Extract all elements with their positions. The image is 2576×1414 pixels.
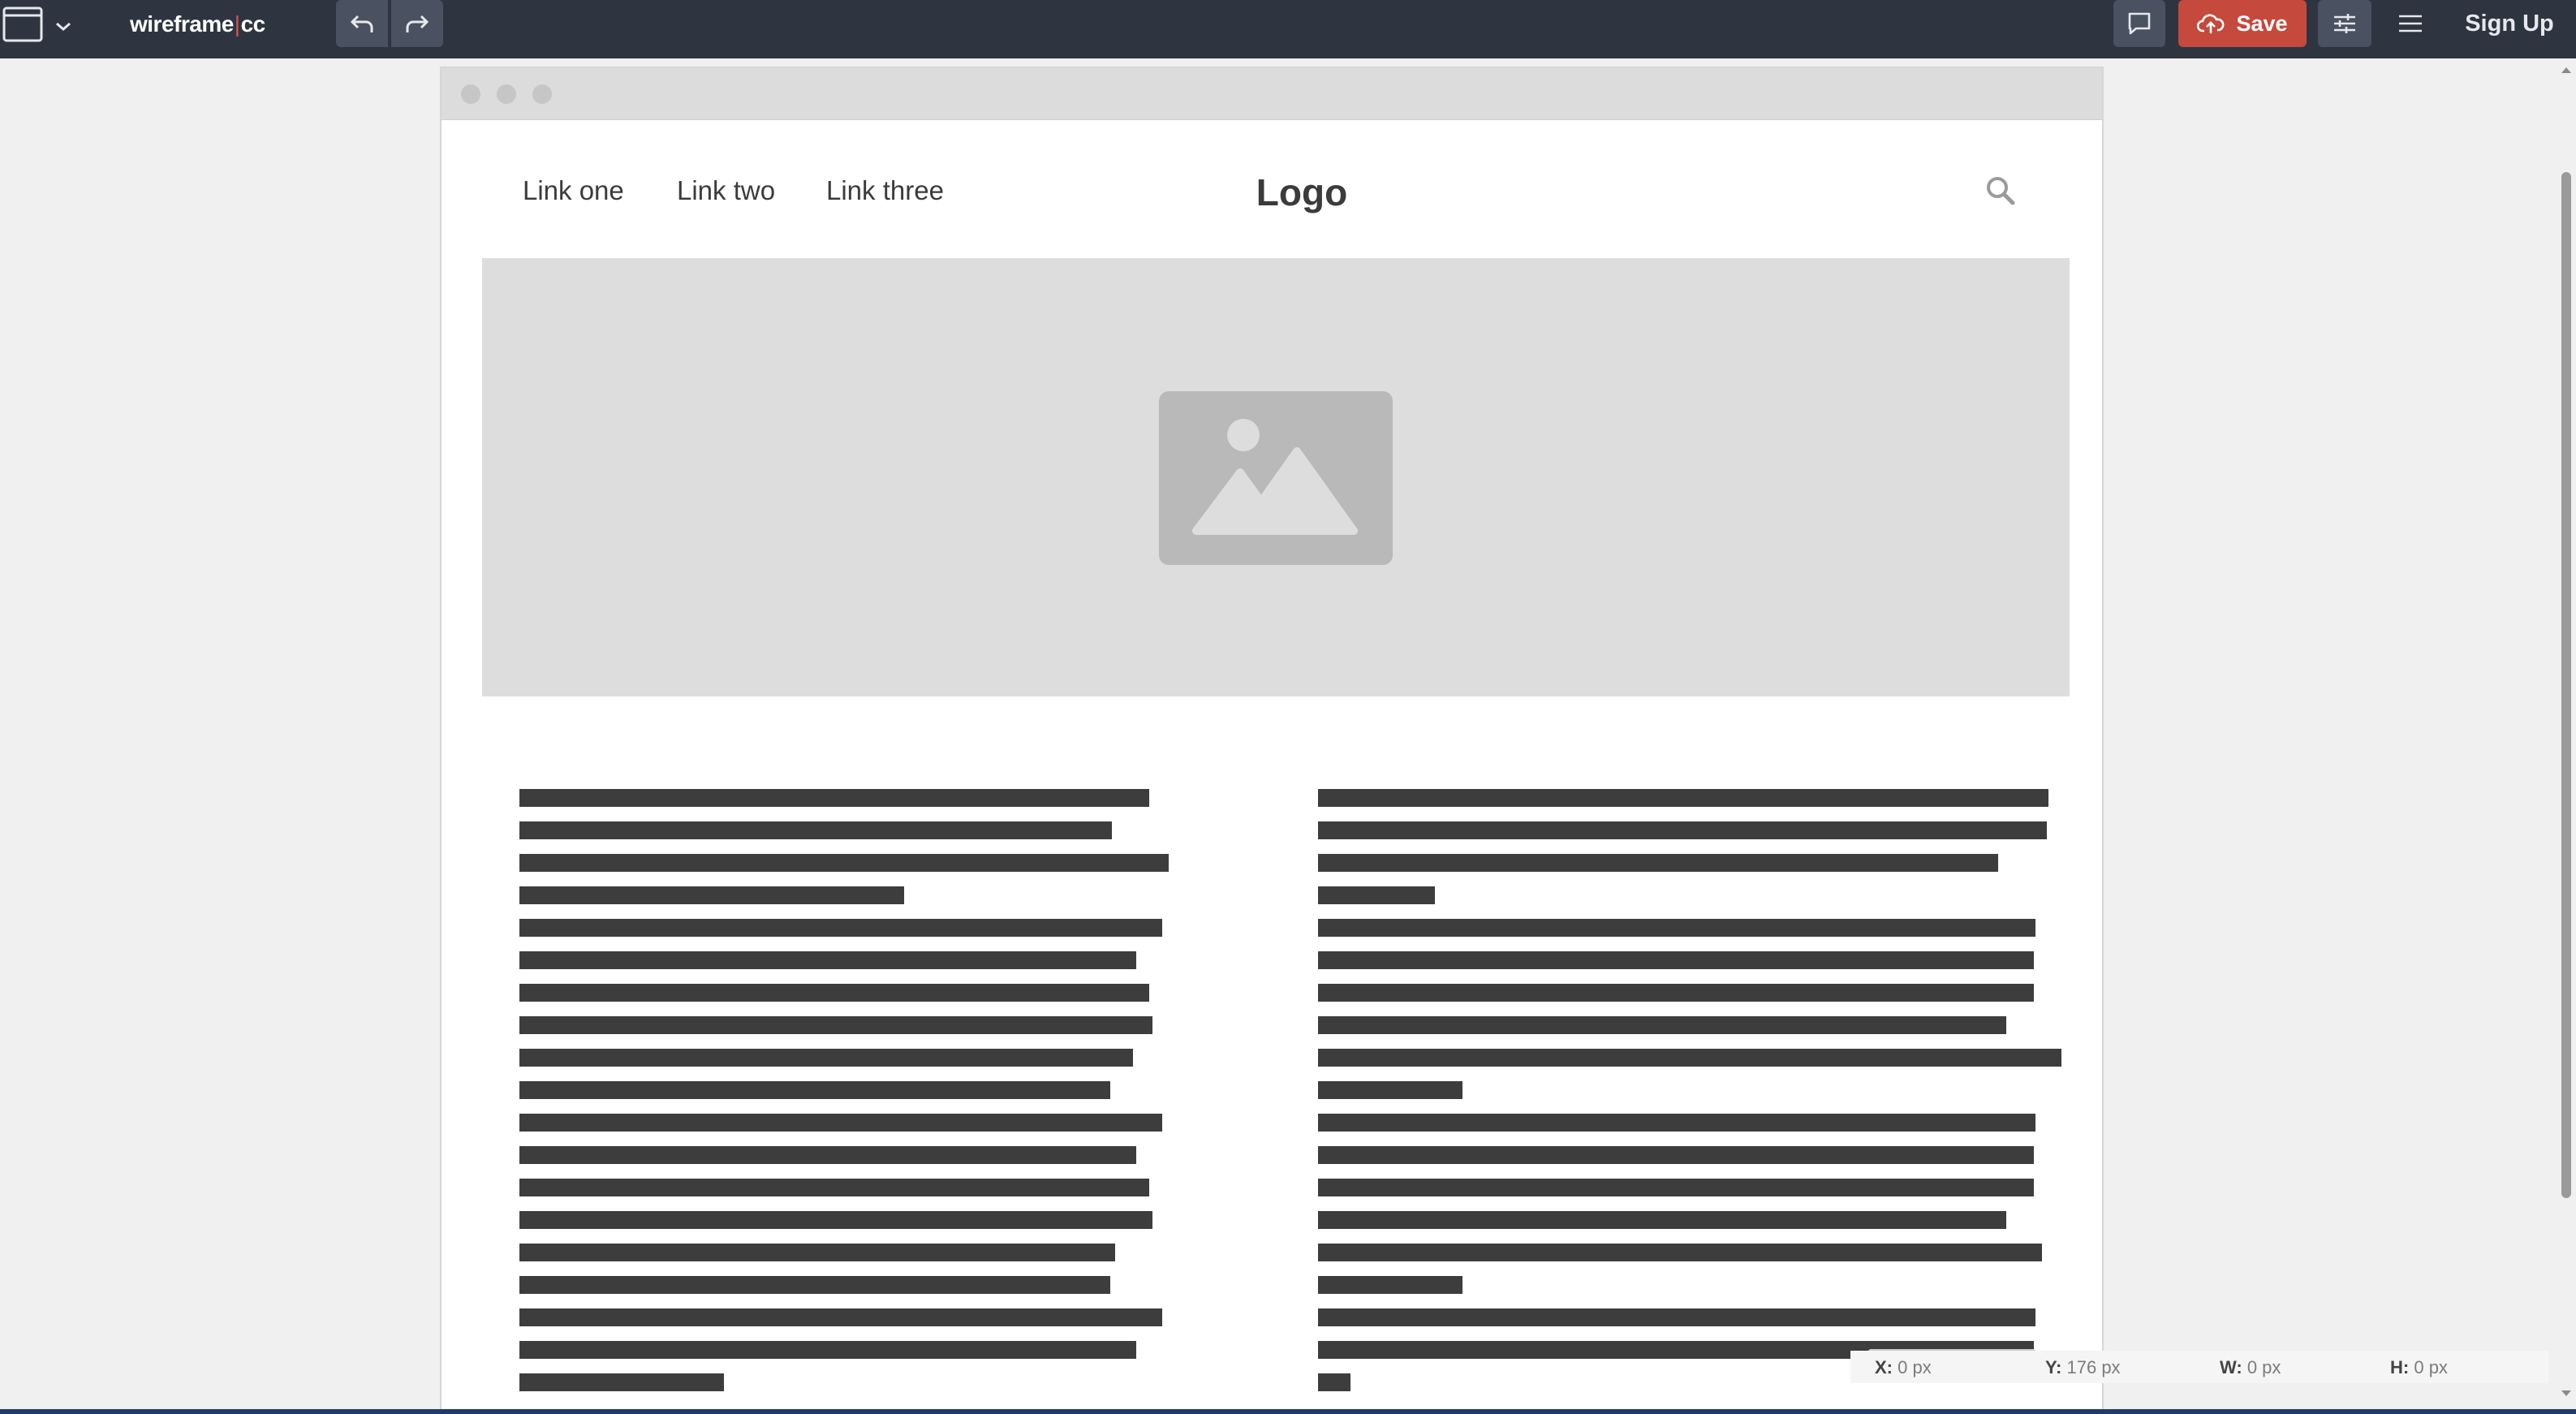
right-column-text-line [1318, 886, 1435, 904]
browser-title-bar [442, 68, 2102, 120]
scroll-down-arrow-icon[interactable] [2557, 1383, 2576, 1403]
left-column-text-line [519, 1341, 1136, 1359]
wireframe-nav-link-three[interactable]: Link three [826, 175, 944, 206]
right-column-text-line [1318, 1211, 2006, 1229]
right-column-text-line [1318, 1114, 2035, 1132]
hamburger-icon [2399, 15, 2422, 32]
vertical-scrollbar-thumb[interactable] [2561, 172, 2571, 1198]
left-column-text-line [519, 1308, 1162, 1326]
right-column-text-line [1318, 1276, 1462, 1294]
wireframe-nav-link-one[interactable]: Link one [523, 175, 624, 206]
right-column-text-line [1318, 789, 2048, 807]
left-column-text-line [519, 1049, 1133, 1067]
left-column-text-line [519, 1016, 1152, 1034]
comment-button[interactable] [2113, 0, 2165, 47]
left-column-text-line [519, 919, 1162, 937]
top-toolbar: wireframe | cc Save Sign Up [0, 0, 2576, 58]
cloud-upload-icon [2197, 14, 2225, 33]
logo-separator: | [234, 11, 240, 37]
right-column-text-line [1318, 1081, 1462, 1099]
hamburger-menu-button[interactable] [2386, 0, 2435, 47]
right-column-text-line [1318, 1179, 2034, 1196]
browser-window-icon [2, 6, 71, 42]
left-column-text-line [519, 1146, 1136, 1164]
redo-icon [406, 15, 429, 32]
page-type-menu[interactable] [2, 3, 73, 45]
y-readout: Y: 176 px [2045, 1357, 2121, 1377]
window-dot-minimize [497, 84, 516, 104]
right-column-text-line [1318, 951, 2034, 969]
right-column-text-line [1318, 1016, 2006, 1034]
right-column-text-line [1318, 1373, 1350, 1391]
scroll-up-arrow-icon[interactable] [2557, 60, 2576, 80]
right-column-text-line [1318, 1049, 2061, 1067]
left-column-text-line [519, 1244, 1115, 1261]
left-column-text-line [519, 984, 1149, 1002]
wireframe-browser-frame[interactable]: Link one Link two Link three Logo [440, 67, 2104, 1414]
left-column-text-line [519, 1179, 1149, 1196]
undo-button[interactable] [336, 0, 388, 47]
h-readout: H: 0 px [2390, 1357, 2448, 1377]
left-column-text-line [519, 1373, 724, 1391]
comment-icon [2128, 12, 2151, 35]
hero-image-placeholder[interactable] [482, 258, 2070, 696]
left-column-text-line [519, 854, 1169, 872]
right-column-text-line [1318, 1244, 2042, 1261]
left-column-text-line [519, 1276, 1110, 1294]
app-logo[interactable]: wireframe | cc [130, 8, 265, 41]
redo-button[interactable] [391, 0, 443, 47]
left-column-text-line [519, 821, 1112, 839]
wireframe-nav-link-two[interactable]: Link two [677, 175, 775, 206]
left-column-text-line [519, 951, 1136, 969]
left-column-text-line [519, 886, 904, 904]
right-column-text-line [1318, 1146, 2034, 1164]
right-column-text-line [1318, 821, 2047, 839]
right-column-text-line [1318, 919, 2035, 937]
search-icon[interactable] [1984, 174, 2018, 208]
window-dot-close [461, 84, 480, 104]
right-column-text-line [1318, 1308, 2035, 1326]
right-column-text-line [1318, 984, 2034, 1002]
position-readout: X: 0 px Y: 176 px W: 0 px H: 0 px [1850, 1351, 2548, 1383]
sign-up-link[interactable]: Sign Up [2443, 0, 2576, 47]
bottom-window-edge [0, 1409, 2576, 1414]
settings-button[interactable] [2318, 0, 2371, 47]
w-readout: W: 0 px [2220, 1357, 2281, 1377]
wireframe-logo[interactable]: Logo [1229, 170, 1375, 214]
left-column-text-line [519, 1211, 1152, 1229]
undo-icon [350, 15, 373, 32]
vertical-scrollbar[interactable] [2557, 58, 2576, 1406]
left-column-text-line [519, 789, 1149, 807]
save-label: Save [2236, 11, 2288, 36]
logo-right: cc [240, 11, 266, 37]
right-column-text-line [1318, 854, 1998, 872]
sliders-icon [2334, 14, 2355, 33]
window-dot-maximize [532, 84, 552, 104]
image-placeholder-icon [1159, 391, 1393, 565]
x-readout: X: 0 px [1875, 1357, 1932, 1377]
left-column-text-line [519, 1114, 1162, 1132]
left-column-text-line [519, 1081, 1110, 1099]
logo-left: wireframe [130, 11, 234, 37]
save-button[interactable]: Save [2178, 0, 2307, 47]
